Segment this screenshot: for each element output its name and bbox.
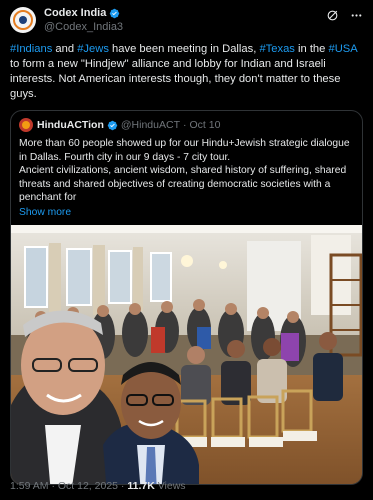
tweet-text-segment: in the — [294, 43, 329, 55]
quoted-tweet[interactable]: HinduACTion @HinduACT · Oct 10 More than… — [10, 110, 363, 485]
tweet-text: #Indians and #Jews have been meeting in … — [10, 42, 363, 102]
quoted-author-name: HinduACTion — [37, 118, 104, 131]
quoted-tweet-header: HinduACTion @HinduACT · Oct 10 — [19, 118, 354, 132]
separator-dot: · — [182, 118, 187, 131]
quoted-author-handle: @HinduACT — [120, 118, 180, 131]
more-icon[interactable] — [349, 8, 363, 22]
quoted-text-2: Ancient civilizations, ancient wisdom, s… — [19, 165, 347, 203]
hashtag-indians[interactable]: #Indians — [10, 43, 52, 55]
view-count: 11.7K — [127, 480, 155, 492]
tweet-time[interactable]: 1:59 AM — [10, 480, 49, 492]
author-handle[interactable]: @Codex_India3 — [44, 20, 123, 34]
grok-icon[interactable] — [325, 8, 339, 22]
tweet-text-segment: have been meeting in Dallas, — [108, 43, 260, 55]
author-info: Codex India @Codex_India3 — [44, 6, 123, 34]
author-name[interactable]: Codex India — [44, 6, 106, 20]
hashtag-texas[interactable]: #Texas — [259, 43, 294, 55]
tweet-header: Codex India @Codex_India3 — [10, 6, 363, 36]
event-photo-illustration — [11, 224, 362, 484]
event-photo[interactable] — [11, 224, 362, 484]
verified-badge-icon — [110, 8, 120, 18]
verified-badge-icon — [107, 120, 118, 130]
views-label: Views — [157, 480, 186, 492]
hashtag-usa[interactable]: #USA — [328, 43, 357, 55]
tweet-date[interactable]: Oct 12, 2025 — [58, 480, 118, 492]
hashtag-jews[interactable]: #Jews — [77, 43, 109, 55]
tweet-text-segment: to form a new "Hindjew" alliance and lob… — [10, 58, 341, 100]
quoted-date: Oct 10 — [189, 118, 221, 131]
tweet[interactable]: Codex India @Codex_India3 #Indians and #… — [0, 0, 373, 500]
show-more-link[interactable]: Show more — [19, 206, 354, 219]
quoted-avatar — [19, 118, 33, 132]
tweet-text-segment: and — [52, 43, 78, 55]
quoted-text: More than 60 people showed up for our Hi… — [19, 138, 350, 163]
tweet-footer: 1:59 AM · Oct 12, 2025 · 11.7K Views — [10, 480, 186, 492]
avatar[interactable] — [10, 7, 36, 33]
